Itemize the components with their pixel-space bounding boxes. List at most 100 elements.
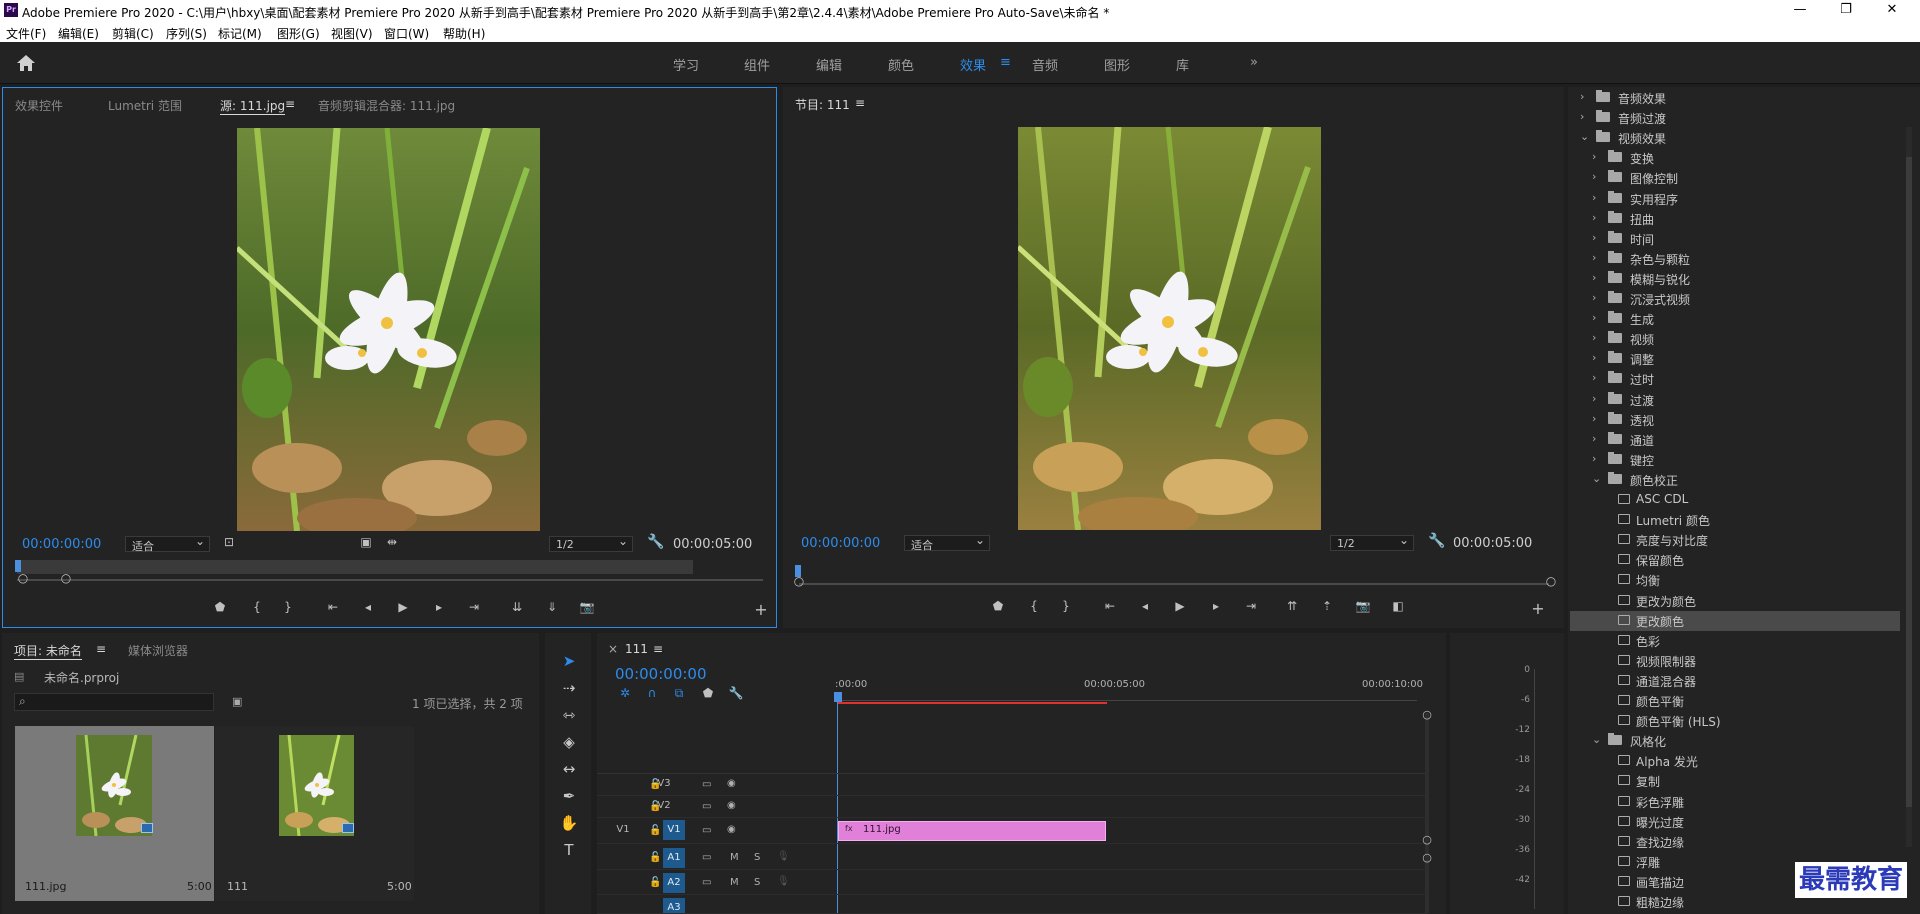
a2-solo-button[interactable]: S — [754, 877, 760, 888]
effect-folder[interactable]: › 键控 — [1570, 450, 1900, 470]
timeline-vertical-scrollbar[interactable] — [1425, 713, 1429, 913]
program-zoom-handle-left[interactable]: ○ — [788, 574, 810, 588]
effect-folder[interactable]: › 音频效果 — [1570, 88, 1900, 108]
program-zoom-scrollbar[interactable] — [799, 583, 1549, 585]
effect-folder[interactable]: › 视频 — [1570, 329, 1900, 349]
source-patch-v1[interactable]: V1 — [612, 820, 634, 840]
tab-media-browser[interactable]: 媒体浏览器 — [128, 642, 188, 659]
workspace-effects[interactable]: 效果 — [960, 55, 986, 74]
effect-folder[interactable]: › 通道 — [1570, 430, 1900, 450]
workspace-learn[interactable]: 学习 — [673, 55, 699, 74]
project-search-input[interactable]: ⌕ — [14, 693, 214, 711]
work-area-bar[interactable] — [837, 702, 1107, 704]
track-label-a2[interactable]: A2 — [663, 873, 685, 893]
effect-item[interactable]: 色彩 — [1570, 631, 1900, 651]
home-icon[interactable] — [16, 54, 36, 72]
chevron-right-icon[interactable]: › — [1592, 251, 1596, 264]
effect-item[interactable]: Alpha 发光 — [1570, 751, 1900, 771]
effect-item[interactable]: 复制 — [1570, 771, 1900, 791]
effect-item[interactable]: 更改为颜色 — [1570, 591, 1900, 611]
a1-solo-button[interactable]: S — [754, 852, 760, 863]
chevron-right-icon[interactable]: › — [1592, 392, 1596, 405]
workspace-effects-menu-icon[interactable]: ≡ — [1000, 55, 1011, 70]
type-tool-icon[interactable]: T — [556, 839, 582, 861]
effect-folder[interactable]: › 过时 — [1570, 369, 1900, 389]
play-icon[interactable]: ▶ — [392, 600, 414, 614]
a2-voiceover-icon[interactable]: 🎙 — [777, 876, 790, 887]
program-zoom-dropdown[interactable]: 适合 — [904, 533, 990, 552]
mark-out-icon[interactable]: } — [277, 600, 299, 614]
program-resolution-dropdown[interactable]: 1/2 — [1330, 533, 1414, 551]
effect-item[interactable]: 通道混合器 — [1570, 671, 1900, 691]
chevron-right-icon[interactable]: › — [1580, 90, 1584, 103]
menu-edit[interactable]: 编辑(E) — [58, 25, 99, 42]
effect-folder[interactable]: ⌄ 风格化 — [1570, 731, 1900, 751]
menu-clip[interactable]: 剪辑(C) — [112, 25, 154, 42]
close-window-button[interactable]: ✕ — [1880, 2, 1904, 17]
effect-folder[interactable]: › 音频过渡 — [1570, 108, 1900, 128]
source-zoom-scrollbar[interactable] — [17, 579, 763, 581]
effect-item[interactable]: 视频限制器 — [1570, 651, 1900, 671]
go-to-out-icon[interactable]: ⇥ — [463, 600, 485, 614]
track-label-v1[interactable]: V1 — [663, 820, 685, 840]
chevron-right-icon[interactable]: › — [1592, 211, 1596, 224]
timeline-close-icon[interactable]: × — [608, 642, 618, 656]
workspace-graphics[interactable]: 图形 — [1104, 55, 1130, 74]
tab-audio-clip-mixer[interactable]: 音频剪辑混合器: 111.jpg — [318, 97, 455, 114]
program-zoom-handle-right[interactable]: ○ — [1540, 574, 1562, 588]
program-go-to-in-icon[interactable]: ⇤ — [1099, 599, 1121, 613]
slip-tool-icon[interactable]: ↔ — [556, 758, 582, 780]
lift-icon[interactable]: ⇈ — [1281, 599, 1303, 613]
effect-folder[interactable]: ⌄ 颜色校正 — [1570, 470, 1900, 490]
source-time-ruler[interactable] — [17, 560, 693, 574]
effect-folder[interactable]: › 图像控制 — [1570, 168, 1900, 188]
effects-scrollbar-thumb[interactable] — [1906, 157, 1912, 807]
export-frame-icon[interactable]: 📷 — [576, 600, 598, 614]
effect-item[interactable]: 颜色平衡 (HLS) — [1570, 711, 1900, 731]
hand-tool-icon[interactable]: ✋ — [556, 812, 582, 834]
v2-eye-icon[interactable]: ◉ — [727, 800, 736, 811]
new-bin-from-search-icon[interactable]: ▣ — [232, 695, 242, 708]
effect-folder[interactable]: › 透视 — [1570, 410, 1900, 430]
menu-graphics[interactable]: 图形(G) — [277, 25, 320, 42]
effect-folder[interactable]: › 沉浸式视频 — [1570, 289, 1900, 309]
effect-item[interactable]: 亮度与对比度 — [1570, 530, 1900, 550]
effect-item[interactable]: 彩色浮雕 — [1570, 792, 1900, 812]
program-button-editor-icon[interactable]: + — [1527, 599, 1549, 618]
go-to-in-icon[interactable]: ⇤ — [322, 600, 344, 614]
chevron-down-icon[interactable]: ⌄ — [1580, 130, 1589, 143]
program-mark-in-icon[interactable]: { — [1023, 599, 1045, 613]
step-back-icon[interactable]: ◂ — [357, 600, 379, 614]
source-zoom-handle-left[interactable]: ○ — [12, 571, 34, 585]
menu-file[interactable]: 文件(F) — [6, 25, 46, 42]
timeline-scroll-handle-mid[interactable]: ○ — [1416, 833, 1438, 846]
v1-eye-icon[interactable]: ◉ — [727, 824, 736, 835]
a1-voiceover-icon[interactable]: 🎙 — [777, 851, 790, 862]
effect-item[interactable]: 均衡 — [1570, 570, 1900, 590]
timeline-clip[interactable]: fx 111.jpg — [838, 821, 1106, 841]
chevron-right-icon[interactable]: › — [1580, 110, 1584, 123]
a1-lock-icon[interactable]: 🔓 — [649, 852, 661, 863]
program-playhead-timecode[interactable]: 00:00:00:00 — [801, 536, 880, 551]
tab-sequence[interactable]: 111 — [625, 642, 648, 656]
effect-item[interactable]: 查找边缘 — [1570, 832, 1900, 852]
timeline-scroll-handle-top[interactable]: ○ — [1416, 708, 1438, 721]
program-mark-out-icon[interactable]: } — [1055, 599, 1077, 613]
pen-tool-icon[interactable]: ✒ — [556, 785, 582, 807]
workspace-libraries[interactable]: 库 — [1176, 55, 1189, 74]
timeline-playhead-handle[interactable] — [834, 692, 842, 702]
v3-eye-icon[interactable]: ◉ — [727, 778, 736, 789]
a2-lock-icon[interactable]: 🔓 — [649, 877, 661, 888]
chevron-right-icon[interactable]: › — [1592, 170, 1596, 183]
step-forward-icon[interactable]: ▸ — [428, 600, 450, 614]
menu-view[interactable]: 视图(V) — [331, 25, 373, 42]
program-step-back-icon[interactable]: ◂ — [1134, 599, 1156, 613]
maximize-button[interactable]: ❐ — [1834, 2, 1858, 17]
overwrite-icon[interactable]: ⇓ — [541, 600, 563, 614]
comparison-view-icon[interactable]: ◧ — [1387, 599, 1409, 613]
project-item-clip[interactable]: 111.jpg 5:00 — [15, 726, 214, 901]
workspace-audio[interactable]: 音频 — [1032, 55, 1058, 74]
menu-window[interactable]: 窗口(W) — [384, 25, 429, 42]
menu-marker[interactable]: 标记(M) — [218, 25, 262, 42]
effect-item[interactable]: 颜色平衡 — [1570, 691, 1900, 711]
